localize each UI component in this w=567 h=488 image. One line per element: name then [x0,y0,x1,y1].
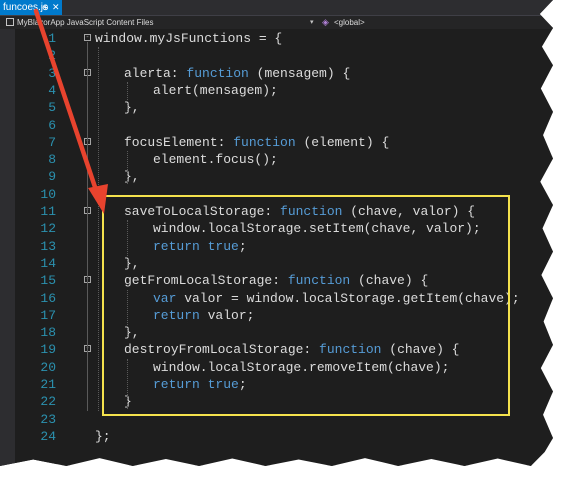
line-number: 8 [48,152,56,168]
line-number: 22 [40,394,56,410]
code-line[interactable]: 24}; [0,428,553,445]
code-text: element.focus(); [153,151,278,168]
highlight-box [102,195,510,416]
fold-guide [87,145,88,169]
line-number: 3 [48,65,56,81]
code-line[interactable]: 2 [0,47,553,64]
code-token: alerta: [124,65,187,81]
fold-toggle-icon[interactable]: - [84,34,91,41]
code-token: window.myJsFunctions = { [95,31,283,46]
code-text: }; [95,428,111,445]
code-line[interactable]: 9}, [0,168,553,185]
indent-guide [127,151,128,184]
line-number: 19 [40,342,56,358]
line-number: 13 [40,238,56,254]
line-number: 24 [40,428,56,444]
line-number: 17 [40,307,56,323]
scope-icon: ◈ [322,17,329,27]
tab-funcoes-js[interactable]: funcoes.js ⊕ ✕ [0,0,62,15]
line-number: 15 [40,273,56,289]
line-number: 1 [48,31,56,46]
line-number: 10 [40,186,56,202]
line-number: 21 [40,377,56,392]
keyword-token: function [186,65,249,81]
line-number: 2 [48,48,56,64]
close-icon[interactable]: ✕ [52,0,60,15]
line-number: 20 [40,359,56,375]
code-text: alert(mensagem); [153,82,278,99]
code-line[interactable]: 3- alerta: function (mensagem) { [0,65,553,82]
tab-bar: funcoes.js ⊕ ✕ [0,0,553,15]
line-number: 14 [40,255,56,271]
line-number: 23 [40,411,56,427]
code-editor-window: funcoes.js ⊕ ✕ MyBlazorApp JavaScript Co… [0,0,553,466]
code-token: alert(mensagem); [153,82,278,98]
pin-icon[interactable]: ⊕ [42,0,49,15]
line-number: 6 [48,117,56,133]
indent-guide [98,47,99,411]
indent-guide [127,81,128,115]
project-icon [6,18,14,26]
code-text: window.myJsFunctions = { [95,30,282,47]
keyword-token: function [233,134,296,150]
code-line[interactable]: 6 [0,117,553,134]
line-number: 11 [40,204,56,219]
line-number: 9 [48,169,56,185]
code-token: element.focus(); [153,152,278,168]
code-text: alerta: function (mensagem) { [124,65,350,82]
line-number: 7 [48,134,56,150]
fold-guide [87,353,88,394]
chevron-down-icon[interactable]: ▾ [310,16,314,29]
code-token: focusElement: [124,134,234,150]
fold-guide [87,284,88,325]
line-number: 12 [40,221,56,237]
code-token: (element) { [295,134,390,150]
code-line[interactable]: 8 element.focus(); [0,151,553,168]
code-line[interactable]: 5}, [0,99,553,116]
line-number: 4 [48,82,56,98]
navigation-bar: MyBlazorApp JavaScript Content Files ▾ ◈… [0,15,553,29]
code-token: }; [95,428,111,444]
scope-dropdown[interactable]: <global> [334,16,365,29]
line-number: 16 [40,290,56,306]
line-number: 5 [48,100,56,116]
code-line[interactable]: 7- focusElement: function (element) { [0,134,553,151]
code-line[interactable]: 1 - window.myJsFunctions = { [0,30,553,47]
code-text: focusElement: function (element) { [124,134,389,151]
code-token: (mensagem) { [248,65,351,81]
fold-guide [87,215,88,255]
line-number: 18 [40,325,56,341]
code-line[interactable]: 4 alert(mensagem); [0,82,553,99]
project-dropdown[interactable]: MyBlazorApp JavaScript Content Files [17,16,154,29]
fold-guide [87,76,88,100]
